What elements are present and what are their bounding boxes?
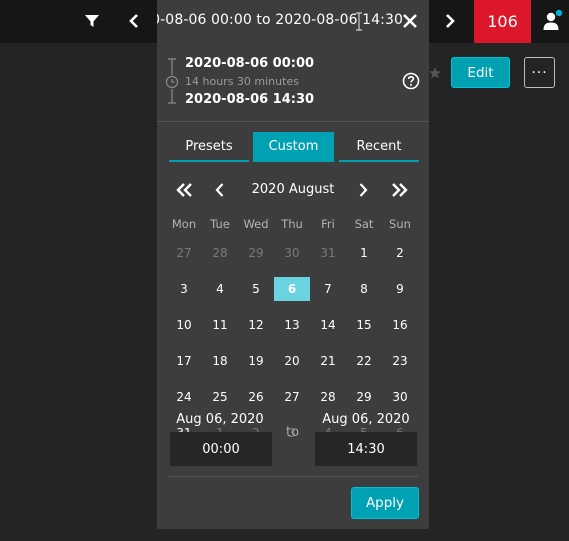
day-cell[interactable]: 14 bbox=[310, 313, 346, 337]
day-cell[interactable]: 27 bbox=[166, 241, 202, 265]
day-cell-selected[interactable]: 6 bbox=[274, 277, 310, 301]
previous-month-button[interactable] bbox=[208, 179, 232, 201]
day-cell[interactable]: 13 bbox=[274, 313, 310, 337]
day-cell[interactable]: 10 bbox=[166, 313, 202, 337]
calendar-title: 2020 August bbox=[251, 182, 335, 197]
day-cell[interactable]: 20 bbox=[274, 349, 310, 373]
day-cell[interactable]: 3 bbox=[166, 277, 202, 301]
double-chevron-left-icon bbox=[176, 183, 192, 197]
summary-from: 2020-08-06 00:00 bbox=[185, 56, 315, 71]
day-cell[interactable]: 9 bbox=[382, 277, 418, 301]
day-cell[interactable]: 2 bbox=[382, 241, 418, 265]
chevron-left-icon bbox=[215, 183, 224, 197]
clear-timeframe-button[interactable] bbox=[399, 10, 421, 32]
day-cell[interactable]: 7 bbox=[310, 277, 346, 301]
previous-timeframe-button[interactable] bbox=[122, 7, 146, 35]
start-date-label: Aug 06, 2020 bbox=[176, 412, 264, 427]
day-cell[interactable]: 28 bbox=[202, 241, 238, 265]
timeframe-input-text[interactable]: 2020-08-06 00:00 to 2020-08-06 14:30 bbox=[157, 12, 403, 28]
day-cell[interactable]: 25 bbox=[202, 385, 238, 409]
day-cell[interactable]: 17 bbox=[166, 349, 202, 373]
user-menu-button[interactable] bbox=[540, 6, 566, 36]
day-cell[interactable]: 26 bbox=[238, 385, 274, 409]
day-cell[interactable]: 4 bbox=[202, 277, 238, 301]
i-beam-cursor-icon bbox=[356, 12, 362, 31]
day-cell[interactable]: 19 bbox=[238, 349, 274, 373]
weekday-label: Mon bbox=[171, 217, 197, 231]
next-month-button[interactable] bbox=[351, 179, 375, 201]
day-cell[interactable]: 5 bbox=[238, 277, 274, 301]
day-cell[interactable]: 30 bbox=[274, 241, 310, 265]
day-cell[interactable]: 30 bbox=[382, 385, 418, 409]
timeframe-picker-panel: 2020-08-06 00:00 14 hours 30 minutes 202… bbox=[157, 43, 429, 529]
weekday-label: Sun bbox=[389, 217, 411, 231]
day-cell[interactable]: 29 bbox=[346, 385, 382, 409]
chevron-right-icon bbox=[359, 183, 368, 197]
timeframe-input[interactable]: 2020-08-06 00:00 to 2020-08-06 14:30 bbox=[157, 0, 429, 43]
close-icon bbox=[403, 14, 417, 28]
day-cell[interactable]: 31 bbox=[310, 241, 346, 265]
weekday-label: Sat bbox=[354, 217, 374, 231]
help-icon[interactable] bbox=[402, 72, 420, 90]
day-cell[interactable]: 12 bbox=[238, 313, 274, 337]
summary-to: 2020-08-06 14:30 bbox=[185, 92, 315, 107]
problems-counter[interactable]: 106 bbox=[474, 0, 531, 43]
to-separator: to bbox=[286, 425, 300, 440]
day-cell[interactable]: 28 bbox=[310, 385, 346, 409]
summary-divider bbox=[157, 121, 429, 122]
star-icon[interactable] bbox=[428, 66, 442, 80]
end-date-label: Aug 06, 2020 bbox=[322, 412, 410, 427]
tab-presets[interactable]: Presets bbox=[169, 132, 249, 162]
chevron-left-icon bbox=[129, 14, 138, 28]
weekday-label: Wed bbox=[243, 217, 269, 231]
weekday-label: Tue bbox=[210, 217, 230, 231]
user-icon bbox=[543, 9, 563, 30]
day-cell[interactable]: 29 bbox=[238, 241, 274, 265]
day-cell[interactable]: 1 bbox=[346, 241, 382, 265]
weekday-label: Thu bbox=[281, 217, 303, 231]
tab-recent[interactable]: Recent bbox=[339, 132, 419, 162]
chevron-right-icon bbox=[446, 14, 455, 28]
day-cell[interactable]: 18 bbox=[202, 349, 238, 373]
timeframe-summary: 2020-08-06 00:00 14 hours 30 minutes 202… bbox=[157, 43, 429, 121]
next-year-button[interactable] bbox=[387, 179, 411, 201]
timeline-icon bbox=[165, 58, 179, 104]
start-time-input[interactable]: 00:00 bbox=[170, 432, 272, 466]
day-cell[interactable]: 16 bbox=[382, 313, 418, 337]
day-cell[interactable]: 8 bbox=[346, 277, 382, 301]
apply-button[interactable]: Apply bbox=[351, 487, 419, 519]
edit-button[interactable]: Edit bbox=[451, 57, 510, 88]
picker-tabs: Presets Custom Recent bbox=[169, 132, 419, 162]
end-time-input[interactable]: 14:30 bbox=[315, 432, 417, 466]
day-cell[interactable]: 24 bbox=[166, 385, 202, 409]
next-timeframe-button[interactable] bbox=[438, 7, 462, 35]
double-chevron-right-icon bbox=[392, 183, 408, 197]
weekday-label: Fri bbox=[321, 217, 335, 231]
more-options-button[interactable]: ··· bbox=[524, 57, 555, 88]
day-cell[interactable]: 15 bbox=[346, 313, 382, 337]
day-cell[interactable]: 21 bbox=[310, 349, 346, 373]
previous-year-button[interactable] bbox=[173, 179, 197, 201]
filter-button[interactable] bbox=[78, 7, 106, 35]
filter-icon bbox=[85, 15, 99, 27]
day-cell[interactable]: 22 bbox=[346, 349, 382, 373]
tab-custom[interactable]: Custom bbox=[253, 132, 334, 162]
day-cell[interactable]: 27 bbox=[274, 385, 310, 409]
day-cell[interactable]: 23 bbox=[382, 349, 418, 373]
day-cell[interactable]: 11 bbox=[202, 313, 238, 337]
top-bar: 2020-08-06 00:00 to 2020-08-06 14:30 106 bbox=[0, 0, 569, 43]
summary-duration: 14 hours 30 minutes bbox=[185, 75, 299, 88]
apply-divider bbox=[168, 476, 418, 477]
